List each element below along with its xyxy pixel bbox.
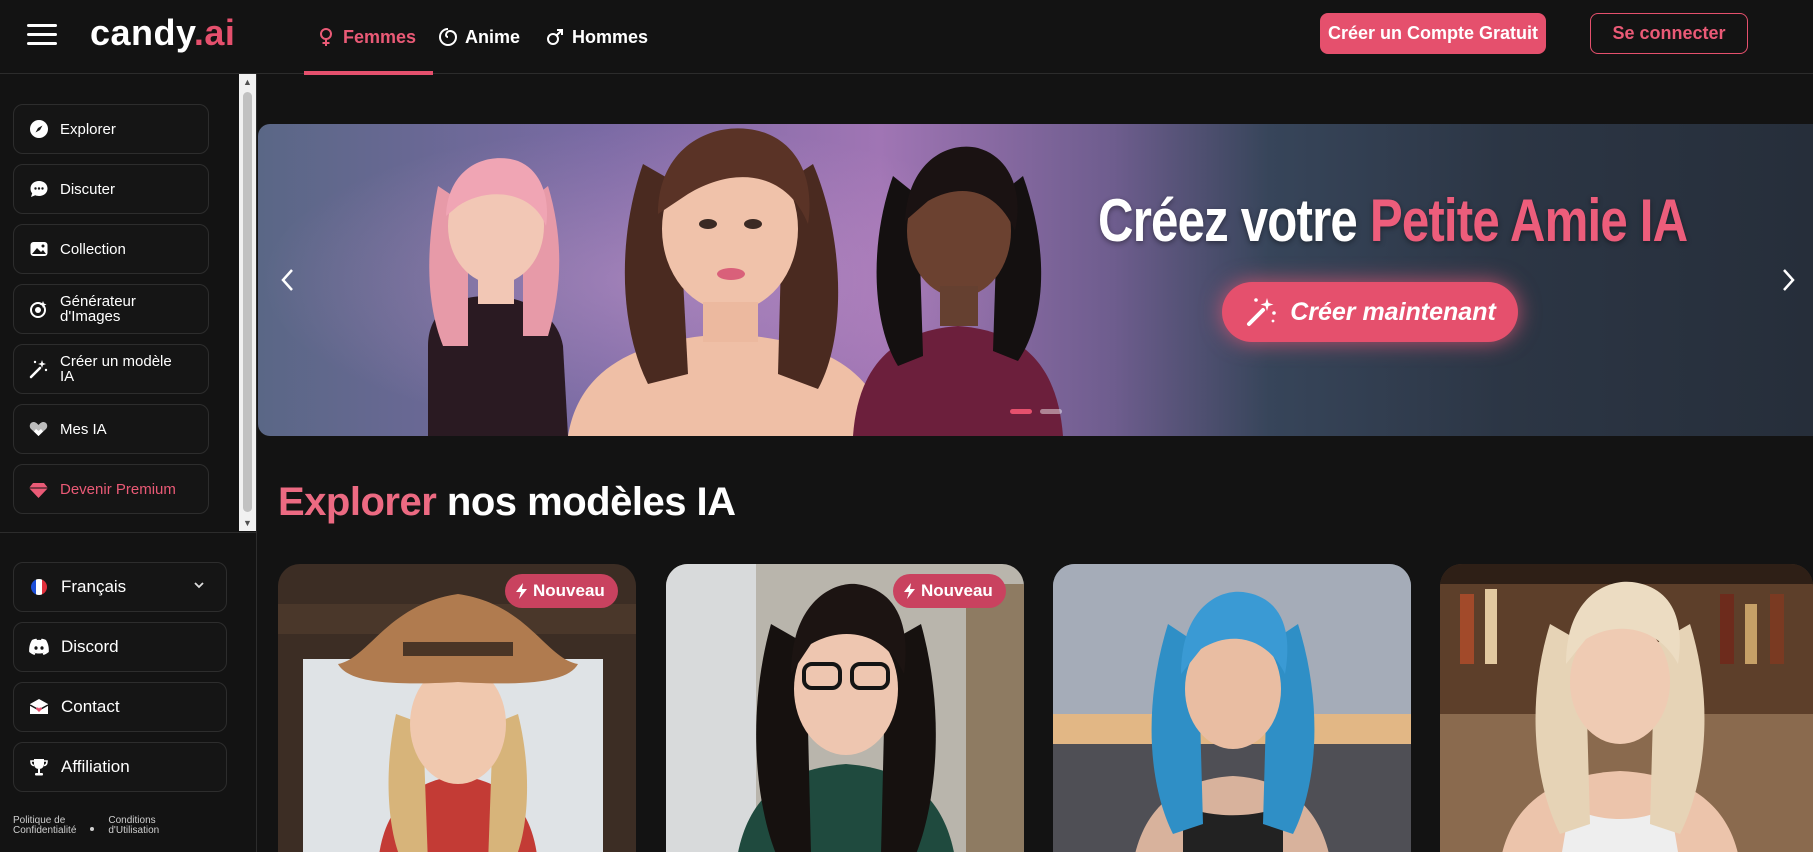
banner-title: Créez votre Petite Amie IA [1098,186,1688,255]
male-icon [547,29,563,45]
sidebar-item-label: Créer un modèle IA [60,353,172,385]
lightning-icon [904,583,915,599]
sidebar-item-label: Discuter [60,180,116,198]
create-now-label: Créer maintenant [1290,297,1496,326]
sidebar: Explorer Discuter Collection Générateur … [0,74,257,852]
carousel-dots [1010,409,1062,414]
terms-line-2: d'Utilisation [108,825,160,836]
sidebar-footer-links: Politique de Confidentialité Conditions … [13,816,159,836]
tab-anime-label: Anime [465,26,521,47]
privacy-policy-link[interactable]: Politique de Confidentialité [13,816,76,836]
tab-anime[interactable]: Anime [438,0,520,74]
sidebar-item-label: Collection [60,240,126,258]
image-generator-icon [28,299,49,320]
france-flag-icon [28,576,50,598]
new-badge: Nouveau [505,574,618,608]
tab-femmes[interactable]: Femmes [304,0,433,75]
app-root: candy.ai Femmes Anime Hommes Créer un Co… [0,0,1813,852]
sidebar-item-label: Générateur d'Images [60,293,136,325]
separator-dot [90,827,95,831]
brand-logo-accent: .ai [193,12,236,53]
tab-femmes-label: Femmes [343,26,417,47]
sidebar-divider [0,532,257,533]
scroll-down-icon[interactable]: ▼ [239,515,256,531]
tab-hommes-label: Hommes [572,26,649,47]
brand-logo-main: candy [90,12,194,53]
image-gallery-icon [28,239,49,260]
sidebar-item-collection[interactable]: Collection [13,224,209,274]
female-icon [320,28,332,46]
terms-link[interactable]: Conditions d'Utilisation [108,816,159,836]
banner-title-main: Créez votre [1098,187,1358,254]
tab-hommes[interactable]: Hommes [545,0,648,74]
language-label: Français [61,577,127,596]
sidebar-item-affiliation[interactable]: Affiliation [13,742,227,792]
carousel-dot-1[interactable] [1010,409,1032,414]
banner-title-accent: Petite Amie IA [1369,187,1688,254]
new-badge-label: Nouveau [921,581,993,600]
diamond-icon [28,479,49,500]
lightning-icon [516,583,527,599]
chevron-down-icon [194,582,204,589]
top-header: candy.ai Femmes Anime Hommes Créer un Co… [0,0,1813,75]
model-card[interactable]: Nouveau [666,564,1024,852]
hero-banner-carousel[interactable]: Créez votre Petite Amie IA Créer mainten… [258,124,1813,436]
menu-hamburger-icon[interactable] [27,24,57,46]
active-tab-indicator [304,71,433,75]
section-title-accent: Explorer [278,480,437,524]
create-account-button[interactable]: Créer un Compte Gratuit [1320,13,1546,54]
model-card[interactable] [1053,564,1411,852]
carousel-next-arrow-icon[interactable] [1776,264,1800,296]
new-badge-label: Nouveau [533,581,605,600]
carousel-dot-2[interactable] [1040,409,1062,414]
section-title: Explorer nos modèles IA [278,480,736,525]
banner-model-figure-dark-hair [853,146,1063,436]
login-button[interactable]: Se connecter [1590,13,1748,54]
sidebar-item-label: Mes IA [60,420,107,438]
sidebar-item-explorer[interactable]: Explorer [13,104,209,154]
model-card-image-bar-blonde [1440,564,1813,852]
chat-bubble-icon [28,179,49,200]
brand-logo[interactable]: candy.ai [90,12,235,54]
sidebar-item-discord[interactable]: Discord [13,622,227,672]
carousel-prev-arrow-icon[interactable] [276,264,300,296]
envelope-icon [28,696,50,718]
sidebar-item-creer-modele[interactable]: Créer un modèle IA [13,344,209,394]
anime-swirl-icon [439,28,458,46]
sidebar-scrollbar[interactable]: ▲ ▼ [239,74,256,531]
privacy-line-2: Confidentialité [13,825,77,836]
sidebar-item-generateur-images[interactable]: Générateur d'Images [13,284,209,334]
discord-icon [28,636,50,658]
magic-wand-icon [28,359,49,380]
sidebar-item-mes-ia[interactable]: Mes IA [13,404,209,454]
section-title-main: nos modèles IA [446,480,736,524]
model-card[interactable]: Nouveau [278,564,636,852]
sidebar-item-label: Devenir Premium [60,480,176,498]
scrollbar-thumb[interactable] [243,92,252,512]
language-selector[interactable]: Français [13,562,227,612]
model-card-image-blue-hair [1053,564,1411,852]
sidebar-item-premium[interactable]: Devenir Premium [13,464,209,514]
magic-wand-icon [1247,298,1276,326]
sidebar-item-label: Discord [61,637,119,656]
sidebar-item-label: Contact [61,697,120,716]
sidebar-item-label: Explorer [60,120,116,138]
heart-hands-icon [28,419,49,440]
model-card[interactable] [1440,564,1813,852]
sidebar-item-contact[interactable]: Contact [13,682,227,732]
new-badge: Nouveau [893,574,1006,608]
trophy-icon [28,756,50,778]
compass-icon [28,119,49,140]
sidebar-item-discuter[interactable]: Discuter [13,164,209,214]
sidebar-item-label: Affiliation [61,757,130,776]
scroll-up-icon[interactable]: ▲ [239,74,256,90]
create-now-button[interactable]: Créer maintenant [1222,282,1518,342]
